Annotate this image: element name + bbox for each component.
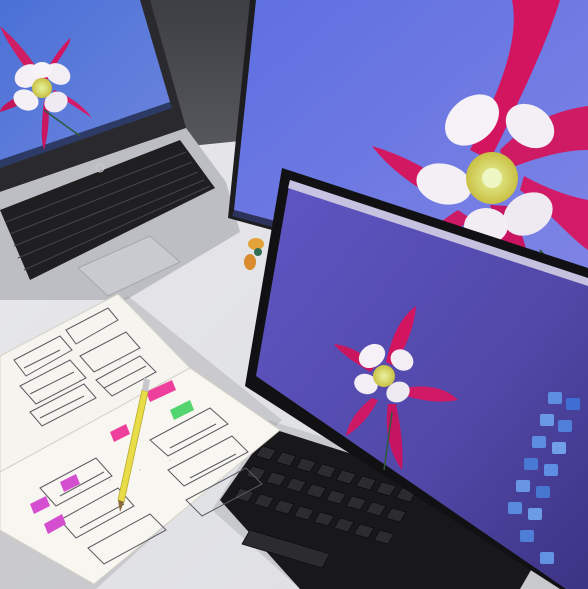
- desk-workspace-photo: [0, 0, 588, 589]
